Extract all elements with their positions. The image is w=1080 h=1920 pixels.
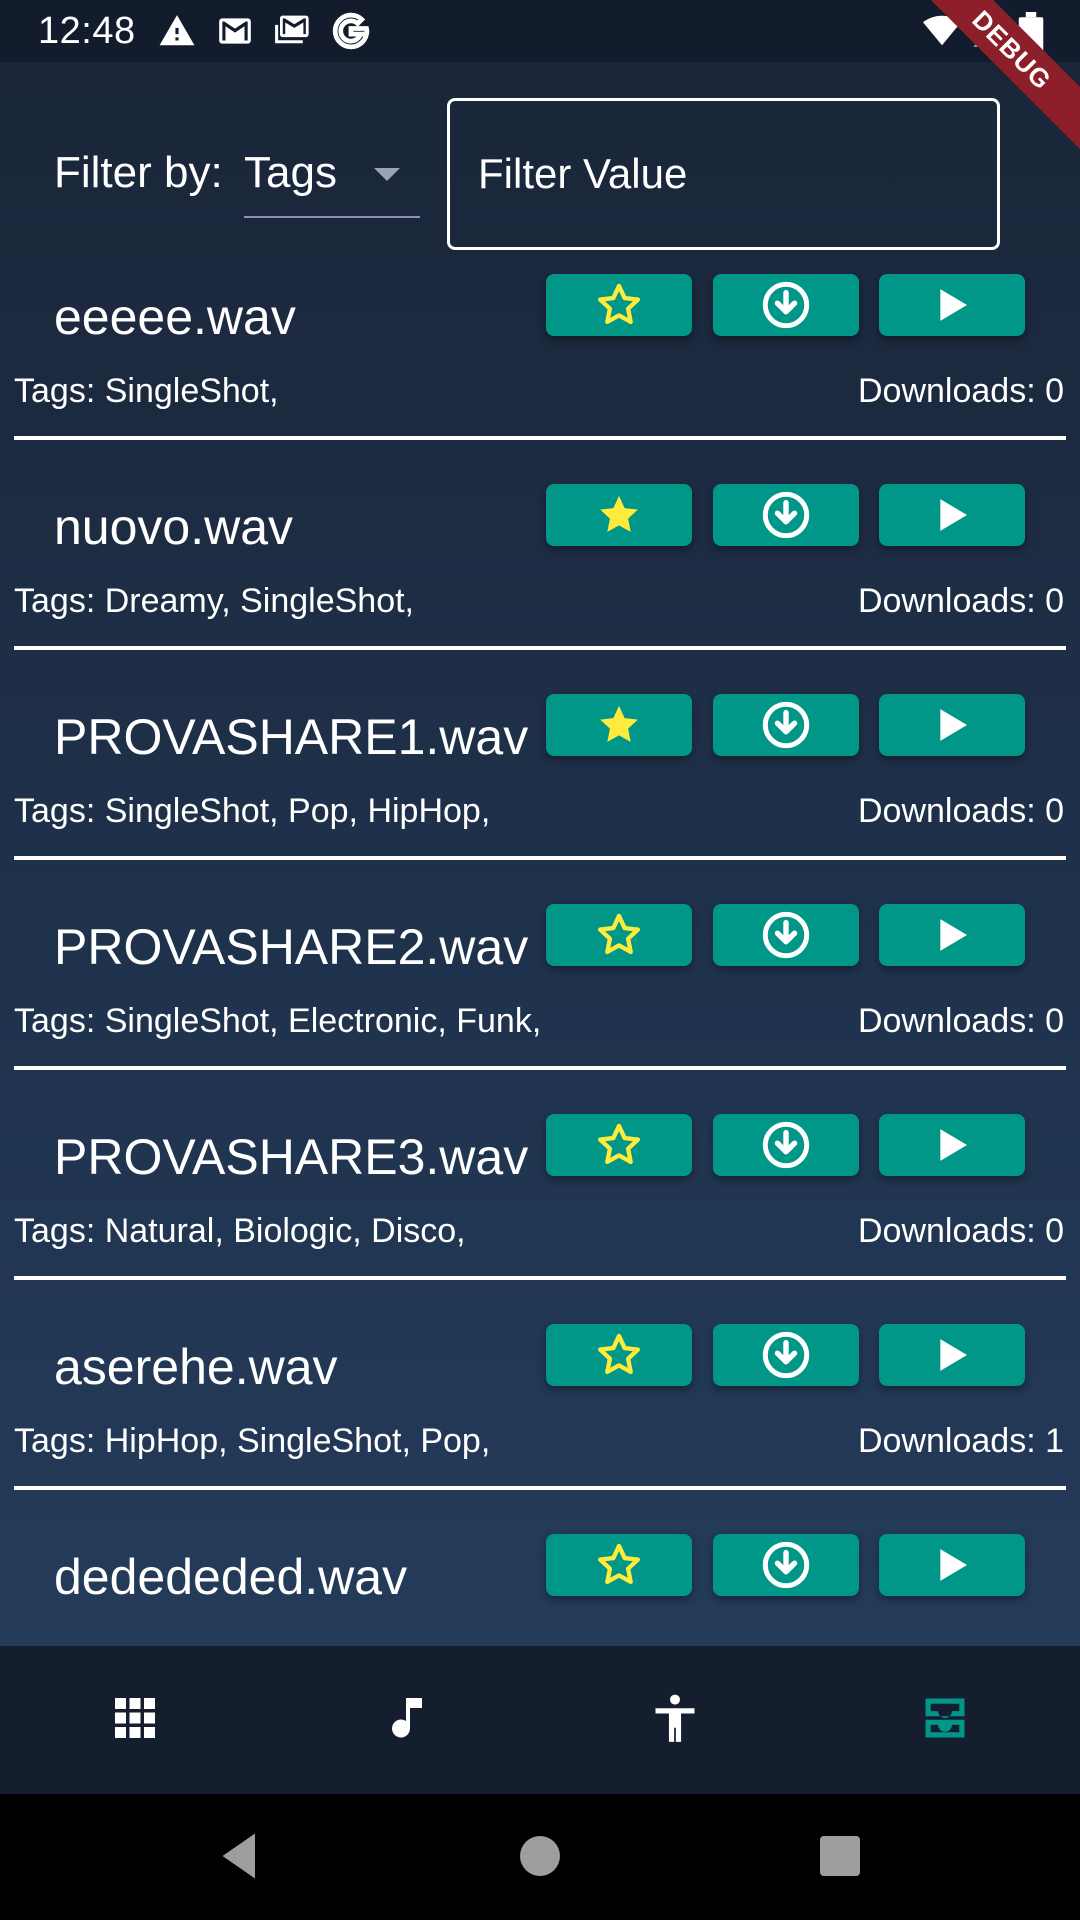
- favorite-button[interactable]: [546, 1324, 692, 1386]
- download-icon: [759, 488, 813, 542]
- filter-type-value: Tags: [244, 148, 337, 197]
- sample-name: dedededed.wav: [54, 1549, 408, 1605]
- sample-name: aserehe.wav: [54, 1339, 338, 1395]
- nav-item-grid[interactable]: [105, 1690, 165, 1750]
- home-icon[interactable]: [510, 1826, 570, 1886]
- download-button[interactable]: [713, 1324, 859, 1386]
- accessibility-icon: [649, 1690, 701, 1751]
- sample-tags: Tags: Dreamy, SingleShot,: [14, 582, 414, 620]
- download-icon: [759, 698, 813, 752]
- warning-icon: [158, 12, 196, 50]
- play-icon: [932, 1335, 972, 1375]
- favorite-button[interactable]: [546, 904, 692, 966]
- play-icon: [932, 915, 972, 955]
- google-icon: [332, 12, 370, 50]
- filter-label: Filter by:: [54, 148, 223, 197]
- main-content: Filter by: Tags eeeee.wav Tags: SingleSh…: [0, 62, 1080, 1646]
- gmail-stack-icon: [272, 12, 310, 50]
- sample-tags: Tags: SingleShot,: [14, 372, 279, 410]
- play-button[interactable]: [879, 1534, 1025, 1596]
- row-divider: [14, 1066, 1066, 1070]
- favorite-button[interactable]: [546, 484, 692, 546]
- filter-type-dropdown[interactable]: Tags: [244, 142, 420, 218]
- sample-downloads: Downloads: 0: [857, 582, 1064, 620]
- sample-name: nuovo.wav: [54, 499, 294, 555]
- download-button[interactable]: [713, 904, 859, 966]
- gmail-icon: [216, 12, 254, 50]
- star-filled-icon: [593, 489, 645, 541]
- sample-name: PROVASHARE1.wav: [54, 709, 529, 765]
- favorite-button[interactable]: [546, 1114, 692, 1176]
- favorite-button[interactable]: [546, 1534, 692, 1596]
- inbox-icon: [917, 1692, 973, 1749]
- recents-icon[interactable]: [810, 1826, 870, 1886]
- sample-tags: Tags: SingleShot, Electronic, Funk,: [14, 1002, 542, 1040]
- download-button[interactable]: [713, 274, 859, 336]
- list-item: PROVASHARE2.wav Tags: SingleShot, Electr…: [0, 904, 1080, 1116]
- play-icon: [932, 705, 972, 745]
- sample-name: PROVASHARE2.wav: [54, 919, 529, 975]
- download-button[interactable]: [713, 1114, 859, 1176]
- download-icon: [759, 908, 813, 962]
- sample-tags: Tags: Natural, Biologic, Disco,: [14, 1212, 466, 1250]
- nav-item-music-note[interactable]: [376, 1690, 436, 1750]
- play-icon: [932, 285, 972, 325]
- list-item: PROVASHARE3.wav Tags: Natural, Biologic,…: [0, 1114, 1080, 1326]
- back-icon[interactable]: [210, 1826, 270, 1886]
- star-outline-icon: [593, 1539, 645, 1591]
- sample-downloads: Downloads: 0: [857, 792, 1064, 830]
- sample-downloads: Downloads: 0: [857, 1212, 1064, 1250]
- list-item: dedededed.wav: [0, 1534, 1080, 1646]
- play-icon: [932, 495, 972, 535]
- list-item: aserehe.wav Tags: HipHop, SingleShot, Po…: [0, 1324, 1080, 1536]
- play-button[interactable]: [879, 904, 1025, 966]
- favorite-button[interactable]: [546, 274, 692, 336]
- download-button[interactable]: [713, 694, 859, 756]
- star-outline-icon: [593, 1329, 645, 1381]
- play-button[interactable]: [879, 484, 1025, 546]
- star-outline-icon: [593, 279, 645, 331]
- play-button[interactable]: [879, 694, 1025, 756]
- download-icon: [759, 278, 813, 332]
- sample-tags: Tags: SingleShot, Pop, HipHop,: [14, 792, 491, 830]
- star-outline-icon: [593, 1119, 645, 1171]
- play-icon: [932, 1125, 972, 1165]
- download-button[interactable]: [713, 484, 859, 546]
- star-outline-icon: [593, 909, 645, 961]
- play-button[interactable]: [879, 274, 1025, 336]
- bottom-navigation: [0, 1646, 1080, 1794]
- sample-downloads: Downloads: 1: [857, 1422, 1064, 1460]
- download-button[interactable]: [713, 1534, 859, 1596]
- star-filled-icon: [593, 699, 645, 751]
- play-button[interactable]: [879, 1324, 1025, 1386]
- row-divider: [14, 646, 1066, 650]
- list-item: eeeee.wav Tags: SingleShot, Downloads: 0: [0, 274, 1080, 486]
- list-item: PROVASHARE1.wav Tags: SingleShot, Pop, H…: [0, 694, 1080, 906]
- download-icon: [759, 1538, 813, 1592]
- status-time: 12:48: [38, 10, 136, 52]
- sample-downloads: Downloads: 0: [857, 372, 1064, 410]
- download-icon: [759, 1328, 813, 1382]
- music-note-icon: [382, 1691, 430, 1750]
- favorite-button[interactable]: [546, 694, 692, 756]
- grid-icon: [111, 1694, 159, 1747]
- filter-value-input[interactable]: [447, 98, 1000, 250]
- row-divider: [14, 856, 1066, 860]
- row-divider: [14, 1486, 1066, 1490]
- status-bar: 12:48: [0, 0, 1080, 62]
- play-button[interactable]: [879, 1114, 1025, 1176]
- system-navigation-bar: [0, 1794, 1080, 1920]
- download-icon: [759, 1118, 813, 1172]
- sample-name: PROVASHARE3.wav: [54, 1129, 529, 1185]
- sample-name: eeeee.wav: [54, 289, 296, 345]
- row-divider: [14, 1276, 1066, 1280]
- play-icon: [932, 1545, 972, 1585]
- row-divider: [14, 436, 1066, 440]
- nav-item-accessibility[interactable]: [645, 1690, 705, 1750]
- sample-tags: Tags: HipHop, SingleShot, Pop,: [14, 1422, 491, 1460]
- dropdown-arrow-icon: [374, 168, 400, 181]
- list-item: nuovo.wav Tags: Dreamy, SingleShot, Down…: [0, 484, 1080, 696]
- sample-downloads: Downloads: 0: [857, 1002, 1064, 1040]
- nav-item-inbox[interactable]: [915, 1690, 975, 1750]
